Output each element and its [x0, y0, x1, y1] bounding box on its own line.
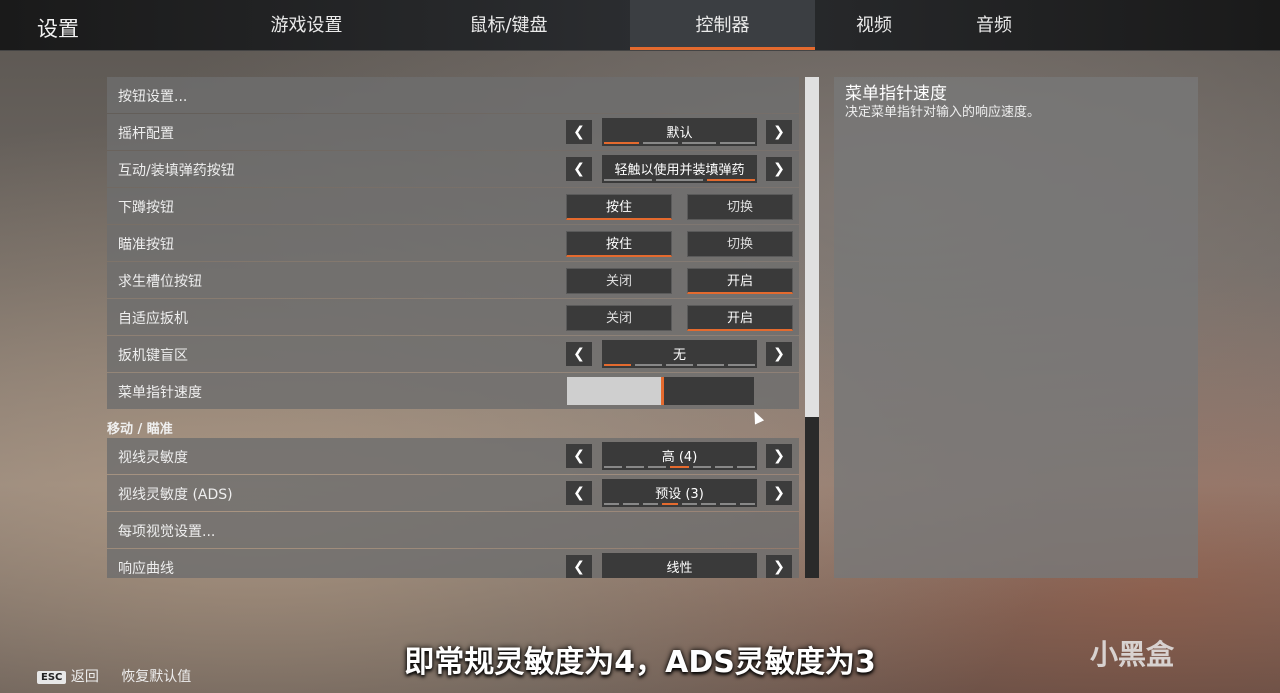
setting-label: 视线灵敏度 (ADS) — [118, 487, 233, 503]
chevron-right-icon[interactable]: ❯ — [766, 481, 792, 505]
setting-row-look-ads: 视线灵敏度 (ADS) ❮ 预设 (3) ❯ — [107, 475, 799, 511]
footer-bar: ESC 返回 恢复默认值 — [37, 666, 191, 686]
scrollbar[interactable] — [805, 77, 819, 578]
option-ticks — [604, 179, 756, 181]
setting-row-menu-speed: 菜单指针速度 — [107, 373, 799, 409]
setting-row-curve: 响应曲线 ❮ 线性 ❯ — [107, 549, 799, 578]
on-button[interactable]: 开启 — [687, 268, 793, 294]
back-button[interactable]: 返回 — [71, 669, 99, 685]
chevron-right-icon[interactable]: ❯ — [766, 120, 792, 144]
tab-mouse-keyboard[interactable]: 鼠标/键盘 — [447, 0, 570, 50]
settings-list: 按钮设置... 摇杆配置 ❮ 默认 ❯ 互动/装填弹药按钮 ❮ 轻触以使用并装填… — [107, 77, 799, 578]
setting-row-aim: 瞄准按钮 按住 切换 — [107, 225, 799, 261]
description-panel: 菜单指针速度 决定菜单指针对输入的响应速度。 — [834, 77, 1198, 578]
setting-label: 摇杆配置 — [118, 126, 174, 142]
setting-row-look: 视线灵敏度 ❮ 高 (4) ❯ — [107, 438, 799, 474]
selector-value: 线性 — [666, 561, 693, 576]
setting-label: 自适应扳机 — [118, 311, 188, 327]
setting-label: 互动/装填弹药按钮 — [118, 163, 235, 179]
selector-value: 预设 (3) — [655, 487, 704, 502]
chevron-right-icon[interactable]: ❯ — [766, 444, 792, 468]
setting-row-button-config[interactable]: 按钮设置... — [107, 77, 799, 113]
setting-label: 下蹲按钮 — [118, 200, 174, 216]
setting-row-survival: 求生槽位按钮 关闭 开启 — [107, 262, 799, 298]
setting-label: 扳机键盲区 — [118, 348, 188, 364]
setting-row-deadzone: 扳机键盲区 ❮ 无 ❯ — [107, 336, 799, 372]
toggle-button[interactable]: 切换 — [687, 231, 793, 257]
tab-audio[interactable]: 音频 — [960, 0, 1028, 50]
chevron-right-icon[interactable]: ❯ — [766, 157, 792, 181]
chevron-left-icon[interactable]: ❮ — [566, 157, 592, 181]
setting-label: 按钮设置... — [118, 89, 188, 105]
top-nav: 设置 游戏设置 鼠标/键盘 控制器 视频 音频 — [0, 0, 1280, 51]
tab-game[interactable]: 游戏设置 — [245, 0, 368, 50]
setting-label: 响应曲线 — [118, 561, 174, 577]
chevron-left-icon[interactable]: ❮ — [566, 555, 592, 578]
setting-row-per-optic[interactable]: 每项视觉设置... — [107, 512, 799, 548]
selector-value: 默认 — [666, 126, 693, 141]
on-button[interactable]: 开启 — [687, 305, 793, 331]
chevron-left-icon[interactable]: ❮ — [566, 444, 592, 468]
menu-speed-slider[interactable] — [567, 377, 754, 405]
option-ticks — [604, 364, 755, 366]
off-button[interactable]: 关闭 — [566, 268, 672, 294]
off-button[interactable]: 关闭 — [566, 305, 672, 331]
chevron-left-icon[interactable]: ❮ — [566, 342, 592, 366]
setting-label: 视线灵敏度 — [118, 450, 188, 466]
chevron-left-icon[interactable]: ❮ — [566, 120, 592, 144]
option-selector[interactable]: 轻触以使用并装填弹药 — [602, 155, 757, 183]
setting-label: 瞄准按钮 — [118, 237, 174, 253]
option-ticks — [604, 466, 755, 468]
chevron-left-icon[interactable]: ❮ — [566, 481, 592, 505]
option-ticks — [604, 503, 755, 505]
option-selector[interactable]: 无 — [602, 340, 757, 368]
setting-label: 菜单指针速度 — [118, 385, 202, 401]
setting-row-crouch: 下蹲按钮 按住 切换 — [107, 188, 799, 224]
toggle-button[interactable]: 切换 — [687, 194, 793, 220]
selector-value: 无 — [672, 348, 686, 363]
esc-key-icon: ESC — [37, 670, 67, 684]
tab-controller[interactable]: 控制器 — [630, 0, 815, 50]
section-label: 移动 / 瞄准 — [107, 422, 173, 437]
reset-defaults-button[interactable]: 恢复默认值 — [121, 669, 191, 685]
chevron-right-icon[interactable]: ❯ — [766, 342, 792, 366]
video-subtitle: 即常规灵敏度为4，ADS灵敏度为3 — [404, 645, 876, 680]
selector-value: 轻触以使用并装填弹药 — [614, 163, 745, 178]
option-ticks — [604, 142, 755, 144]
option-selector[interactable]: 高 (4) — [602, 442, 757, 470]
setting-label: 每项视觉设置... — [118, 524, 216, 540]
description-text: 决定菜单指针对输入的响应速度。 — [845, 105, 1041, 120]
selector-value: 高 (4) — [661, 450, 698, 465]
hold-button[interactable]: 按住 — [566, 194, 672, 220]
chevron-right-icon[interactable]: ❯ — [766, 555, 792, 578]
setting-label: 求生槽位按钮 — [118, 274, 202, 290]
tab-video[interactable]: 视频 — [840, 0, 908, 50]
option-selector[interactable]: 默认 — [602, 118, 757, 146]
hold-button[interactable]: 按住 — [566, 231, 672, 257]
slider-fill — [567, 377, 664, 405]
section-header: 移动 / 瞄准 — [107, 410, 799, 438]
setting-row-interact: 互动/装填弹药按钮 ❮ 轻触以使用并装填弹药 ❯ — [107, 151, 799, 187]
setting-row-adaptive: 自适应扳机 关闭 开启 — [107, 299, 799, 335]
scrollbar-thumb[interactable] — [805, 77, 819, 417]
page-title: 设置 — [37, 17, 79, 41]
setting-row-stick-config: 摇杆配置 ❮ 默认 ❯ — [107, 114, 799, 150]
option-selector[interactable]: 预设 (3) — [602, 479, 757, 507]
option-selector[interactable]: 线性 — [602, 553, 757, 578]
watermark: 小黑盒 — [1090, 638, 1175, 671]
